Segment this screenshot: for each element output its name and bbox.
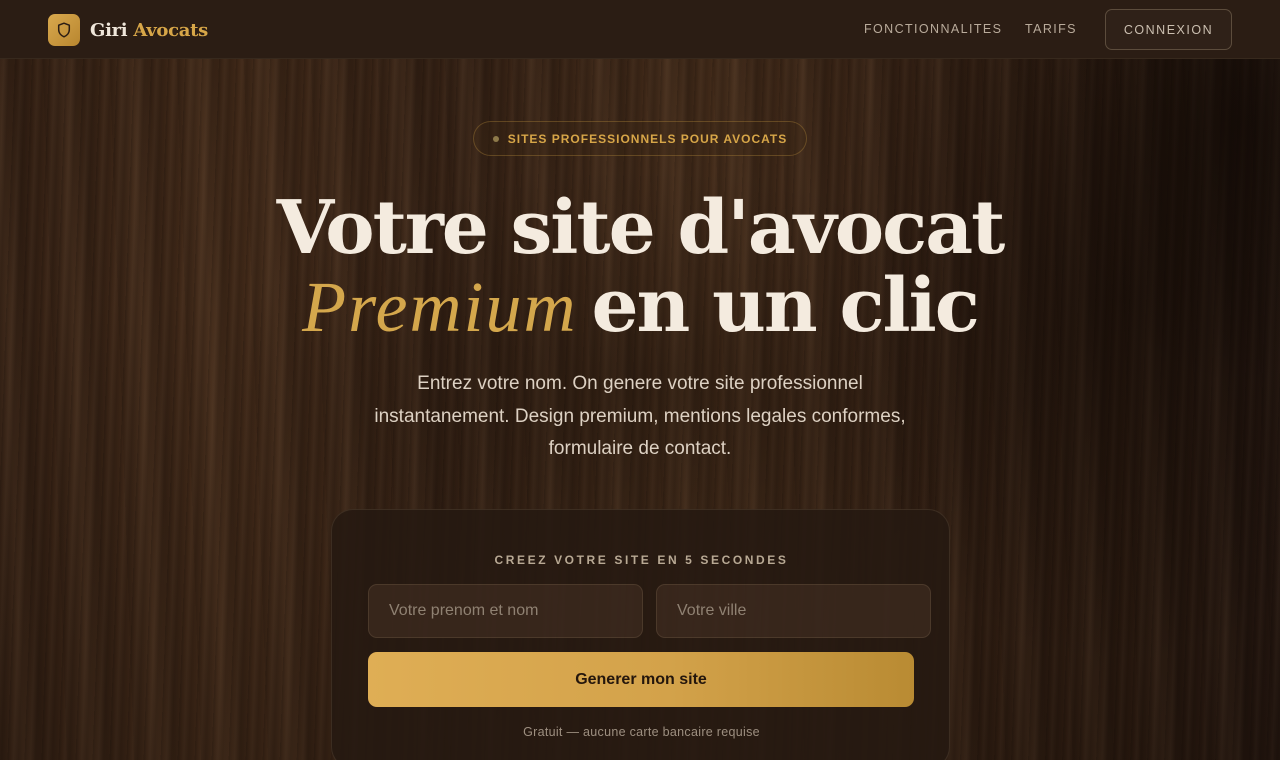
dot-icon [492,135,499,142]
city-input[interactable] [656,584,931,638]
hero-subtitle: Entrez votre nom. On genere votre site p… [374,373,906,459]
brand-name-part2: Avocats [133,19,208,41]
nav-link-pricing[interactable]: TARIFS [1025,22,1077,36]
brand-name: Giri Avocats [90,20,208,41]
generate-site-button[interactable]: Generer mon site [368,652,914,707]
name-input[interactable] [368,584,643,638]
hero-title-line1: Votre site d'avocat [276,185,1006,271]
login-button[interactable]: CONNEXION [1105,9,1232,50]
brand-logo[interactable]: Giri Avocats [48,14,208,46]
hero-title-line2: Premium en un clic [0,264,1280,349]
brand-name-part1: Giri [90,19,128,41]
hero-title-accent: Premium [302,267,578,347]
eyebrow-badge: SITES PROFESSIONNELS POUR AVOCATS [473,121,807,156]
hero-title-rest: en un clic [591,263,979,349]
nav-link-features[interactable]: FONCTIONNALITES [864,22,1002,36]
top-navbar: Giri Avocats FONCTIONNALITES TARIFS CONN… [0,0,1280,59]
eyebrow-text: SITES PROFESSIONNELS POUR AVOCATS [507,131,788,146]
free-note: Gratuit — aucune carte bancaire requise [523,725,760,739]
form-label: CREEZ VOTRE SITE EN 5 SECONDES [494,553,789,567]
shield-icon [48,14,80,46]
signup-card: CREEZ VOTRE SITE EN 5 SECONDES Generer m… [331,509,950,760]
